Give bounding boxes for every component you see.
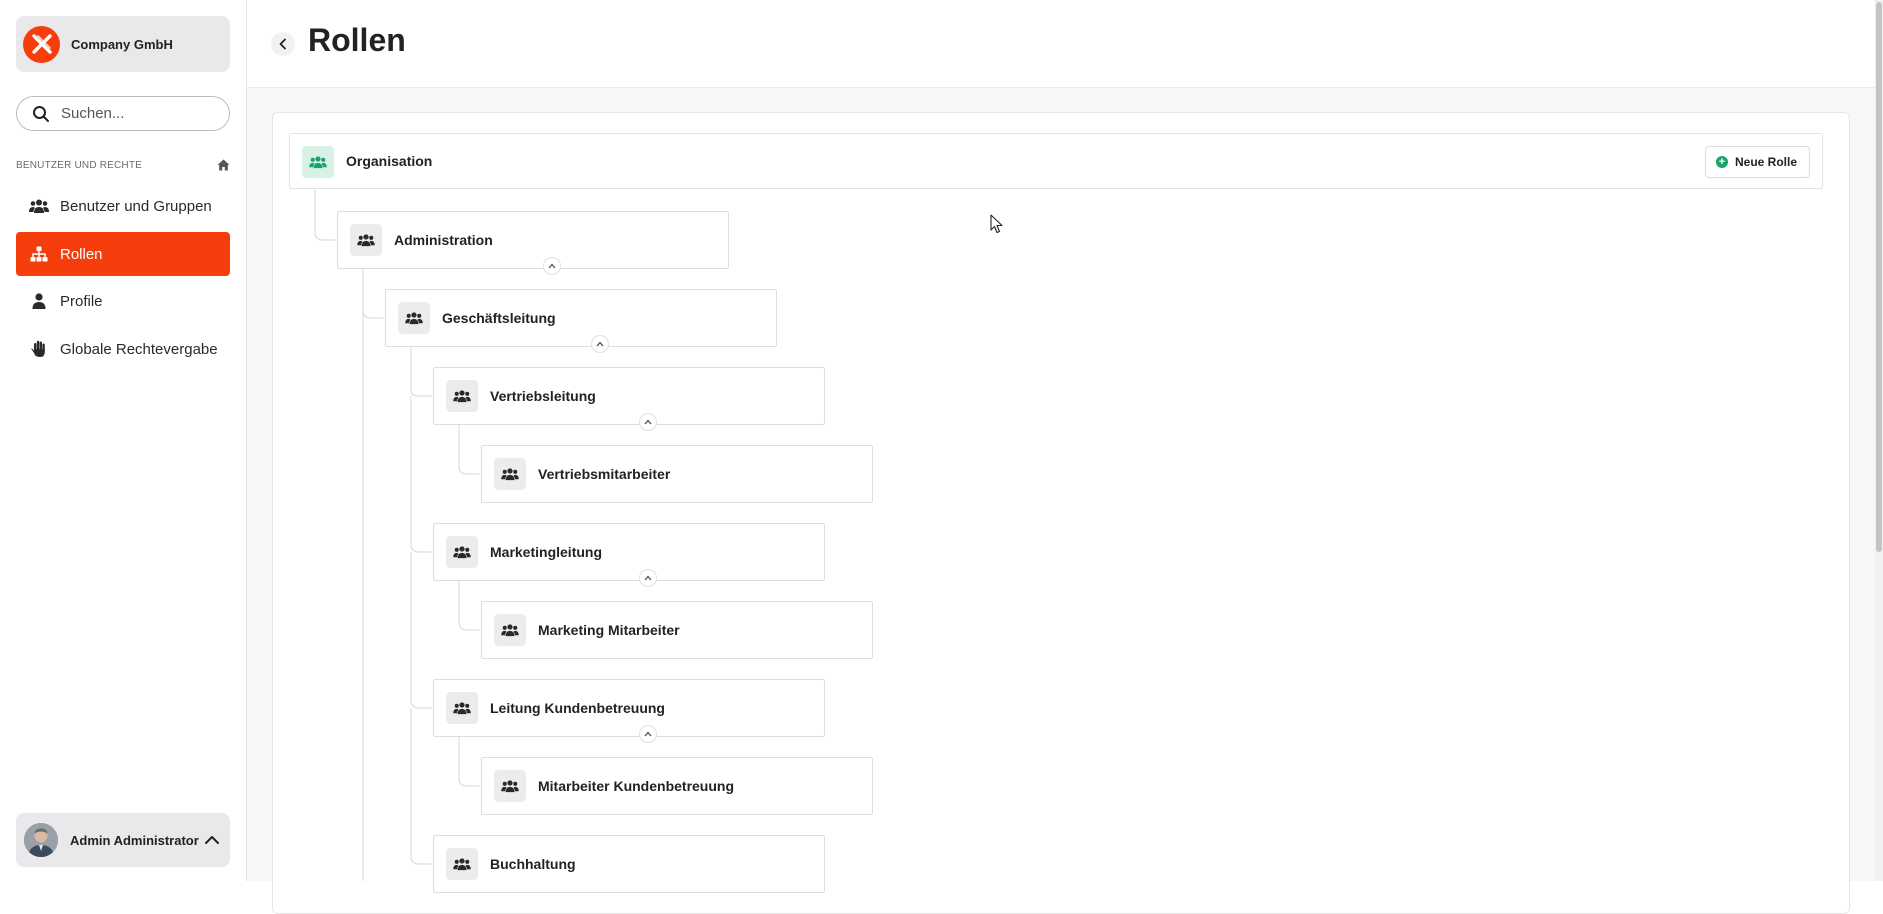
group-icon [446, 536, 478, 568]
role-node-administration[interactable]: Administration [337, 211, 729, 269]
role-node-marketingleitung[interactable]: Marketingleitung [433, 523, 825, 581]
role-node-mitarbeiter-kundenbetreuung[interactable]: Mitarbeiter Kundenbetreuung [481, 757, 873, 815]
group-icon [350, 224, 382, 256]
chevron-up-icon [548, 263, 556, 269]
role-node-vertriebsmitarbeiter[interactable]: Vertriebsmitarbeiter [481, 445, 873, 503]
group-icon [398, 302, 430, 334]
group-icon [494, 614, 526, 646]
role-label: Administration [394, 232, 493, 248]
group-icon [494, 770, 526, 802]
role-label: Marketing Mitarbeiter [538, 622, 680, 638]
role-label: Leitung Kundenbetreuung [490, 700, 665, 716]
collapse-toggle[interactable] [543, 257, 561, 275]
role-node-marketing-mitarbeiter[interactable]: Marketing Mitarbeiter [481, 601, 873, 659]
collapse-toggle[interactable] [591, 335, 609, 353]
collapse-toggle[interactable] [639, 569, 657, 587]
scrollbar-thumb[interactable] [1876, 2, 1882, 552]
role-label: Buchhaltung [490, 856, 576, 872]
role-label: Vertriebsmitarbeiter [538, 466, 671, 482]
role-node-vertriebsleitung[interactable]: Vertriebsleitung [433, 367, 825, 425]
collapse-toggle[interactable] [639, 413, 657, 431]
group-icon [446, 380, 478, 412]
chevron-up-icon [644, 731, 652, 737]
role-node-geschaeftsleitung[interactable]: Geschäftsleitung [385, 289, 777, 347]
group-icon [446, 692, 478, 724]
role-node-buchhaltung[interactable]: Buchhaltung [433, 835, 825, 893]
tree-connectors [314, 190, 480, 881]
group-icon [446, 848, 478, 880]
role-node-leitung-kundenbetreuung[interactable]: Leitung Kundenbetreuung [433, 679, 825, 737]
chevron-up-icon [644, 419, 652, 425]
group-icon [494, 458, 526, 490]
collapse-toggle[interactable] [639, 725, 657, 743]
chevron-up-icon [644, 575, 652, 581]
role-label: Geschäftsleitung [442, 310, 556, 326]
mouse-cursor-icon [990, 214, 1003, 234]
role-label: Mitarbeiter Kundenbetreuung [538, 778, 735, 794]
chevron-up-icon [596, 341, 604, 347]
role-label: Marketingleitung [490, 544, 603, 560]
role-label: Vertriebsleitung [490, 388, 596, 404]
scrollbar[interactable] [1875, 0, 1883, 881]
